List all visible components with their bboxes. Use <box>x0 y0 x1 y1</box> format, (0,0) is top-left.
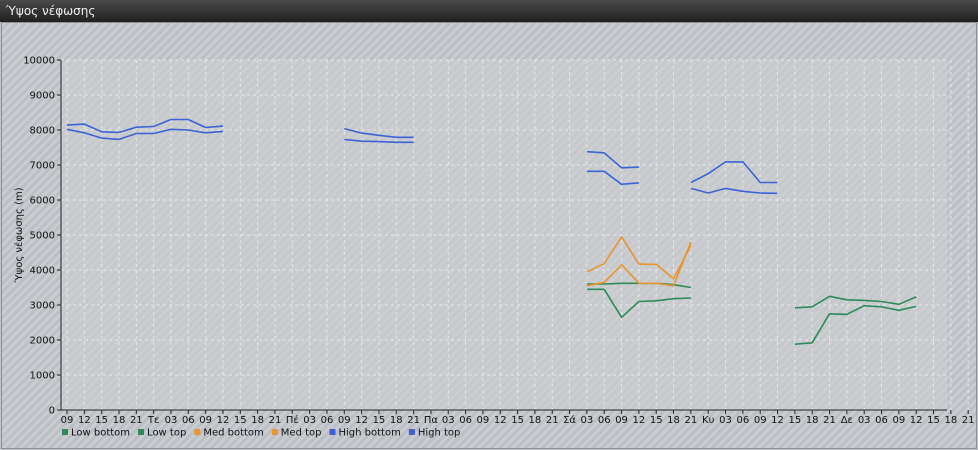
x-tick-label: 18 <box>251 415 264 426</box>
x-tick-label: 06 <box>182 415 195 426</box>
y-tick-label: 0 <box>49 406 55 417</box>
x-tick-label: 09 <box>199 415 212 426</box>
x-tick-label: 09 <box>61 415 74 426</box>
x-tick-label: 15 <box>373 415 386 426</box>
x-tick-label: 18 <box>529 415 542 426</box>
x-tick-label: 12 <box>494 415 507 426</box>
x-tick-label: 12 <box>78 415 91 426</box>
x-tick-label: 21 <box>823 415 836 426</box>
y-tick-label: 4000 <box>30 266 55 277</box>
cloud-height-chart: 0 1000 2000 3000 4000 5000 6000 7000 8000 9000 100… <box>13 56 975 439</box>
x-tick-label: 12 <box>771 415 784 426</box>
legend-label: Low top <box>147 428 186 439</box>
legend-label: High bottom <box>339 428 401 439</box>
y-tick-label: 6000 <box>30 196 55 207</box>
x-tick-label: 18 <box>806 415 819 426</box>
x-tick-label: Πα <box>424 415 439 426</box>
y-tick-label: 7000 <box>30 161 55 172</box>
x-tick-label: 03 <box>719 415 732 426</box>
x-tick-label: 03 <box>858 415 871 426</box>
x-tick-label: 15 <box>511 415 524 426</box>
x-tick-label: Κυ <box>702 415 715 426</box>
x-tick-label: 15 <box>650 415 663 426</box>
x-tick-label: 03 <box>303 415 316 426</box>
x-tick-label: 03 <box>165 415 178 426</box>
x-tick-label: Δε <box>841 415 853 426</box>
legend-label: High top <box>418 428 461 439</box>
x-tick-label: 21 <box>407 415 420 426</box>
x-tick-label: 21 <box>546 415 559 426</box>
legend-label: Med top <box>281 428 322 439</box>
x-tick-label: 12 <box>217 415 230 426</box>
x-tick-label: 09 <box>615 415 628 426</box>
x-tick-label: 06 <box>875 415 888 426</box>
x-tick-label: 09 <box>754 415 767 426</box>
x-tick-label: 18 <box>390 415 403 426</box>
y-tick-label: 3000 <box>30 301 55 312</box>
legend-swatch <box>408 429 415 435</box>
y-tick-label: 2000 <box>30 336 55 347</box>
legend-swatch <box>62 429 68 435</box>
x-tick-label: 15 <box>234 415 247 426</box>
x-tick-label: 09 <box>338 415 351 426</box>
x-tick-label: 21 <box>130 415 143 426</box>
chart-window: Ύψος νέφωσης 0 1000 2000 3000 4000 5000 6000 70… <box>0 0 978 450</box>
x-tick-label: 18 <box>113 415 126 426</box>
x-tick-label: 15 <box>788 415 801 426</box>
x-tick-label: Τε <box>147 415 160 426</box>
y-tick-label: 5000 <box>30 231 55 242</box>
legend-swatch <box>271 429 278 435</box>
x-tick-label: 03 <box>442 415 455 426</box>
legend-swatch <box>138 429 145 435</box>
x-tick-label: 12 <box>633 415 646 426</box>
legend-label: Low bottom <box>71 428 130 439</box>
x-tick-label: 06 <box>598 415 611 426</box>
x-tick-label: 15 <box>95 415 108 426</box>
x-tick-label: 15 <box>927 415 940 426</box>
x-tick-label: 12 <box>355 415 368 426</box>
x-tick-label: 21 <box>685 415 698 426</box>
x-tick-label: Σά <box>563 414 576 426</box>
legend-swatch <box>194 429 201 435</box>
x-tick-label: 09 <box>477 415 490 426</box>
x-tick-label: Πέ <box>286 414 299 426</box>
x-tick-label: 12 <box>910 415 923 426</box>
y-tick-label: 1000 <box>30 371 55 382</box>
x-tick-label: 06 <box>737 415 750 426</box>
legend-label: Med bottom <box>203 428 263 439</box>
x-tick-label: 21 <box>962 415 975 426</box>
y-tick-label: 9000 <box>30 91 55 102</box>
legend-swatch <box>329 429 336 435</box>
x-tick-label: 09 <box>892 415 905 426</box>
x-tick-label: 18 <box>944 415 957 426</box>
y-axis-label: Ύψος νέφωσης (m) <box>13 187 25 283</box>
x-tick-label: 18 <box>667 415 680 426</box>
y-tick-label: 8000 <box>30 126 55 137</box>
x-tick-label: 06 <box>459 415 472 426</box>
x-tick-label: 03 <box>581 415 594 426</box>
x-tick-label: 21 <box>269 415 282 426</box>
y-tick-label: 10000 <box>23 56 55 67</box>
x-tick-label: 06 <box>321 415 334 426</box>
